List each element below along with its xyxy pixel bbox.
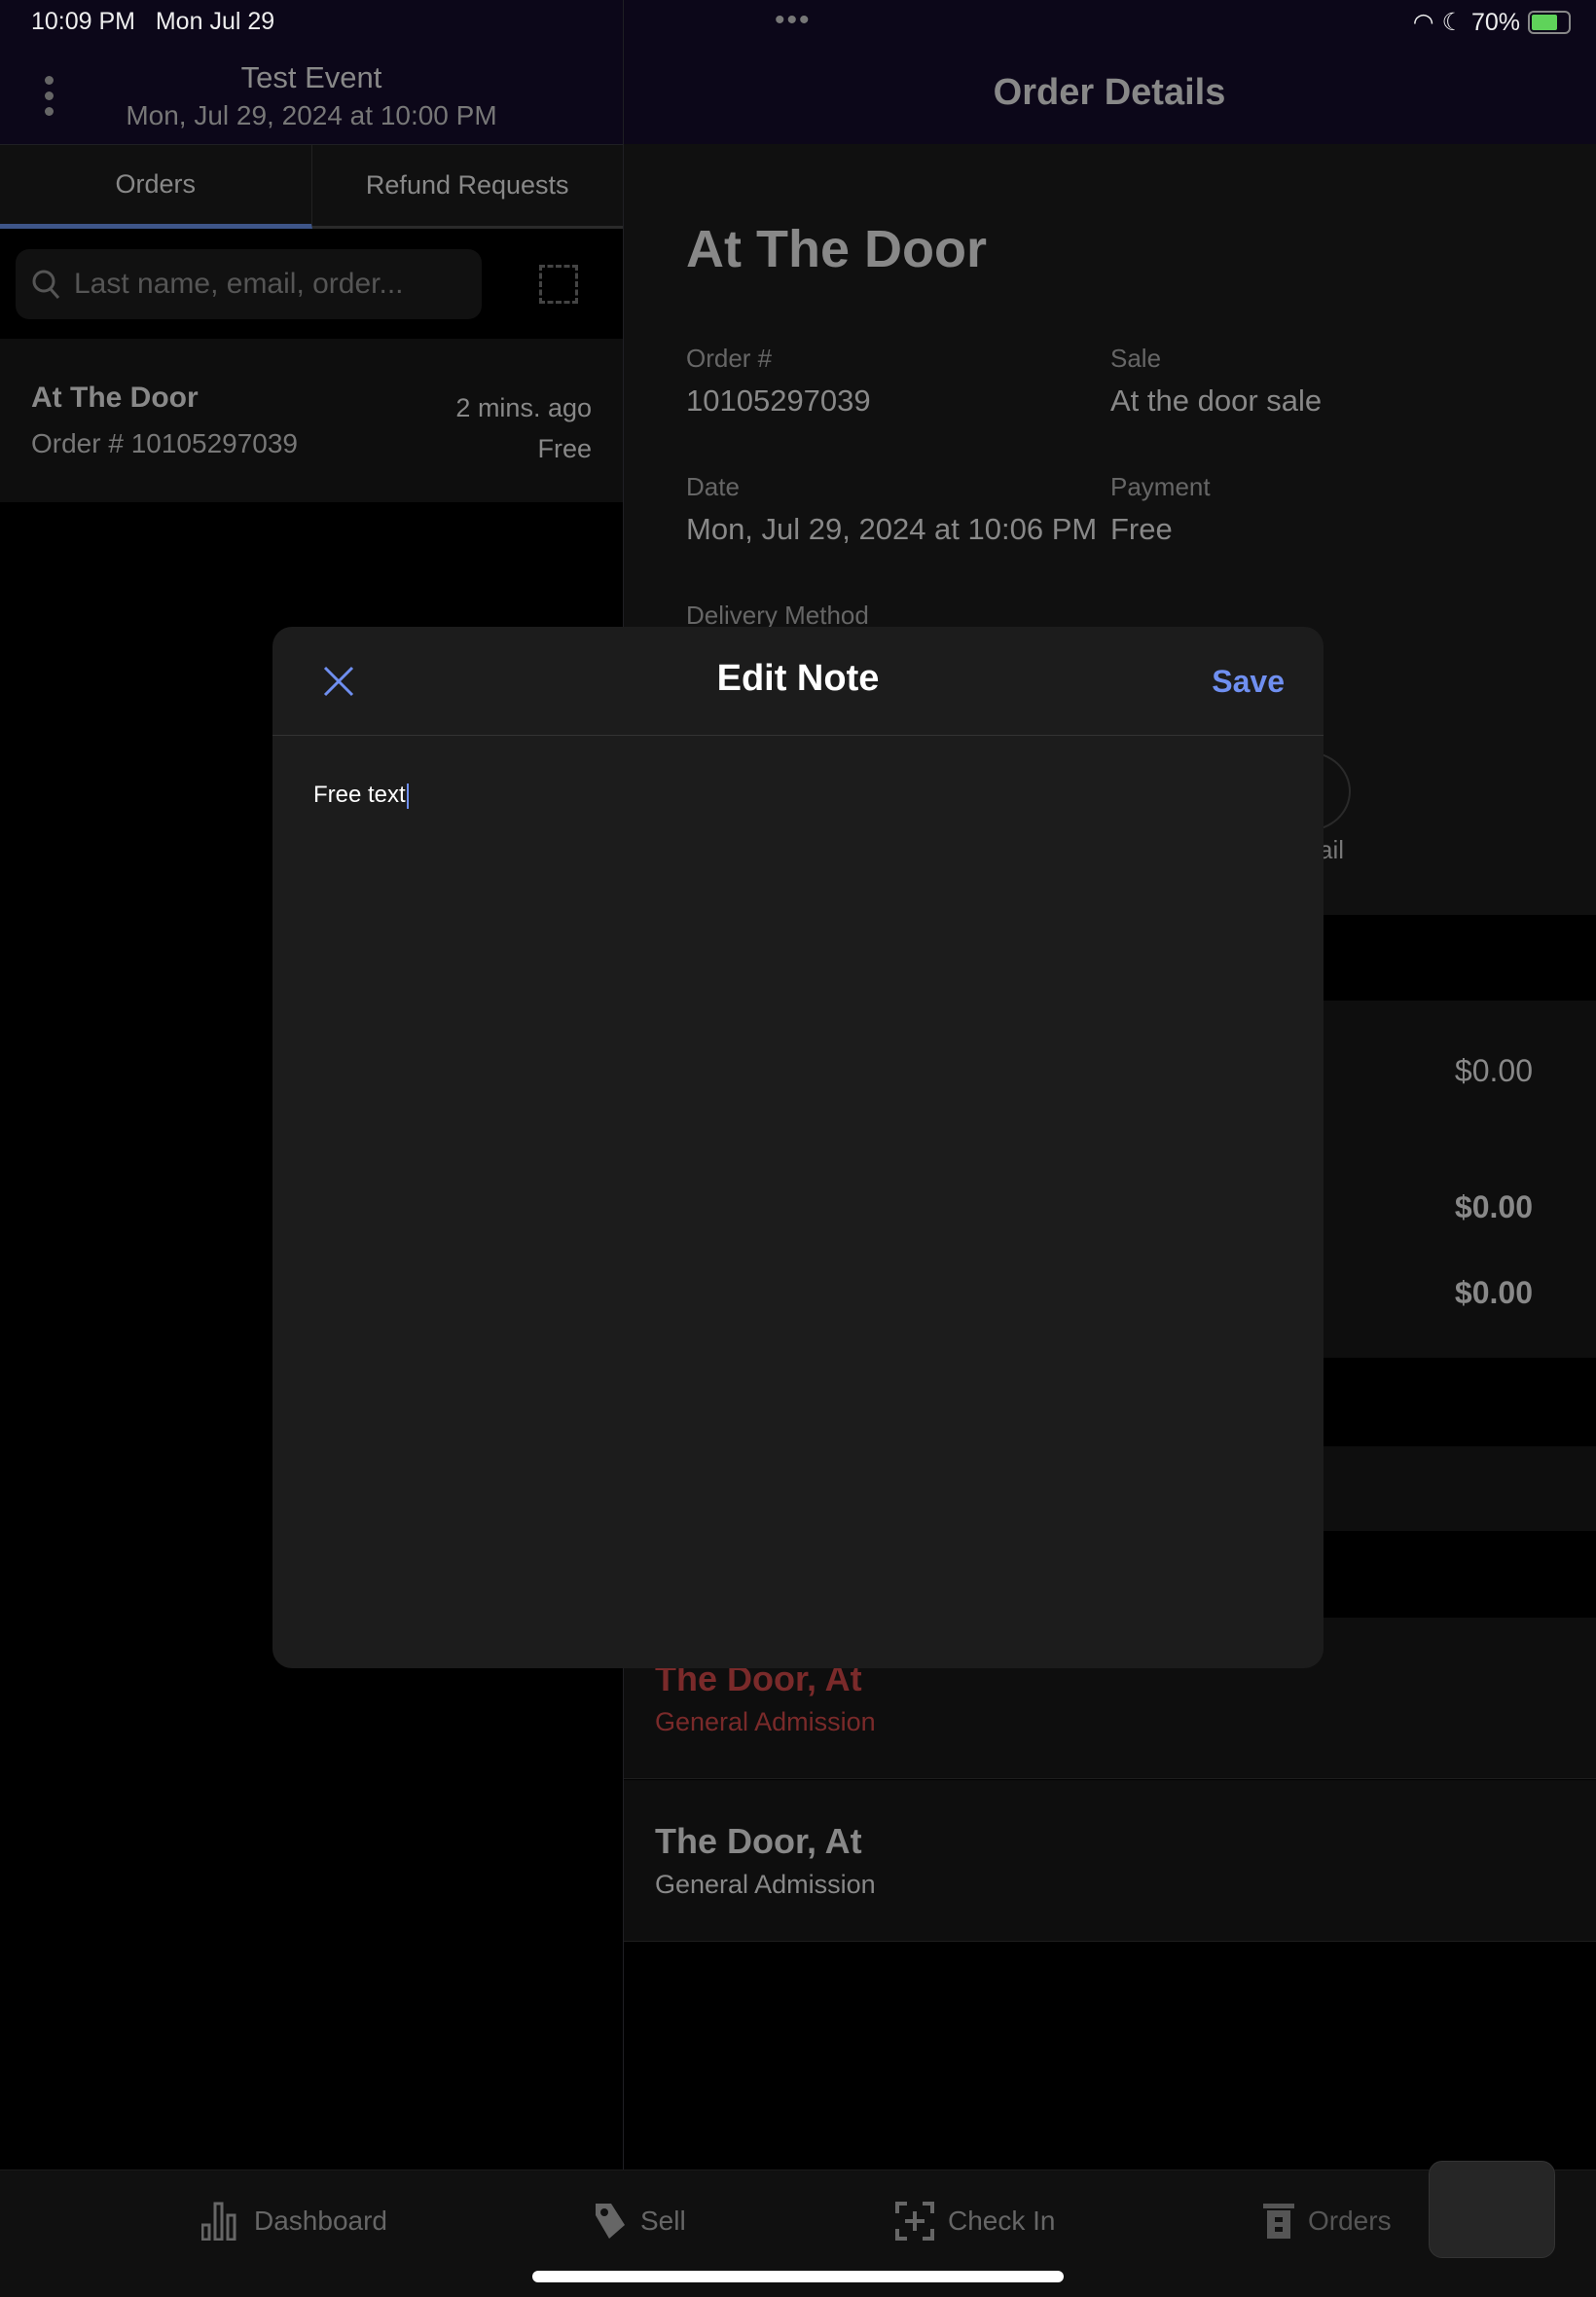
battery-icon: [1528, 11, 1571, 34]
home-indicator[interactable]: [532, 2271, 1064, 2282]
save-button[interactable]: Save: [1212, 664, 1285, 700]
order-details-title: Order Details: [993, 72, 1226, 113]
payment-label: Payment: [1110, 472, 1211, 501]
orders-tabs: Orders Refund Requests: [0, 144, 623, 229]
bar-chart-icon: [201, 2202, 236, 2241]
search-icon: [32, 270, 60, 299]
amount: $0.00: [1454, 1189, 1533, 1224]
scan-icon: [895, 2202, 934, 2241]
amount: $0.00: [1454, 1053, 1533, 1088]
order-label: Order #: [686, 344, 773, 373]
nav-label: Dashboard: [254, 2206, 387, 2236]
attendee-name: The Door, At: [655, 1821, 862, 1861]
order-list-item[interactable]: At The Door Order # 10105297039 2 mins. …: [0, 339, 623, 502]
order-detail-title: At The Door: [686, 220, 987, 278]
nav-sell[interactable]: Sell: [594, 2202, 686, 2241]
sale-label: Sale: [1110, 344, 1162, 373]
nav-check-in[interactable]: Check In: [895, 2202, 1056, 2241]
date-label: Date: [686, 472, 740, 501]
nav-label: Orders: [1308, 2206, 1392, 2236]
date-value: Mon, Jul 29, 2024 at 10:06 PM: [686, 512, 1098, 546]
multitask-dots-icon[interactable]: •••: [775, 4, 812, 37]
edit-note-modal: Edit Note Save Free text: [272, 627, 1324, 1668]
wifi-icon: ◠: [1412, 9, 1434, 36]
tab-refund-requests[interactable]: Refund Requests: [311, 145, 623, 229]
order-number: Order # 10105297039: [31, 428, 298, 458]
receipt-icon: [1263, 2204, 1294, 2239]
status-icons: ◠ ☾ 70%: [1413, 8, 1571, 37]
scan-barcode-icon[interactable]: [539, 265, 578, 304]
order-price: Free: [537, 434, 592, 463]
status-time: 10:09 PM Mon Jul 29: [31, 8, 275, 35]
note-textarea[interactable]: Free text: [272, 737, 1324, 1668]
note-text: Free text: [313, 782, 406, 808]
order-name: At The Door: [31, 382, 199, 414]
nav-orders[interactable]: Orders: [1263, 2202, 1392, 2241]
payment-value: Free: [1110, 512, 1173, 546]
attendee-row[interactable]: The Door, At General Admission: [624, 1780, 1596, 1942]
amount: $0.00: [1454, 1275, 1533, 1310]
attendee-ticket: General Admission: [655, 1707, 876, 1736]
sale-value: At the door sale: [1110, 383, 1323, 418]
order-time: 2 mins. ago: [455, 393, 592, 422]
modal-title: Edit Note: [716, 658, 880, 699]
battery-percent: 70%: [1470, 8, 1520, 36]
moon-icon: ☾: [1441, 9, 1464, 36]
tab-orders[interactable]: Orders: [0, 145, 312, 229]
event-title: Test Event: [240, 60, 382, 94]
modal-header: Edit Note Save: [272, 627, 1324, 736]
nav-label: Sell: [640, 2206, 686, 2236]
text-cursor: [406, 783, 409, 809]
search-input[interactable]: Last name, email, order...: [16, 249, 482, 319]
floating-button[interactable]: [1429, 2161, 1555, 2258]
event-date: Mon, Jul 29, 2024 at 10:00 PM: [126, 100, 497, 130]
tag-icon: [596, 2204, 625, 2239]
nav-dashboard[interactable]: Dashboard: [201, 2202, 387, 2241]
order-value: 10105297039: [686, 383, 871, 418]
attendee-ticket: General Admission: [655, 1870, 876, 1899]
nav-label: Check In: [948, 2206, 1056, 2236]
